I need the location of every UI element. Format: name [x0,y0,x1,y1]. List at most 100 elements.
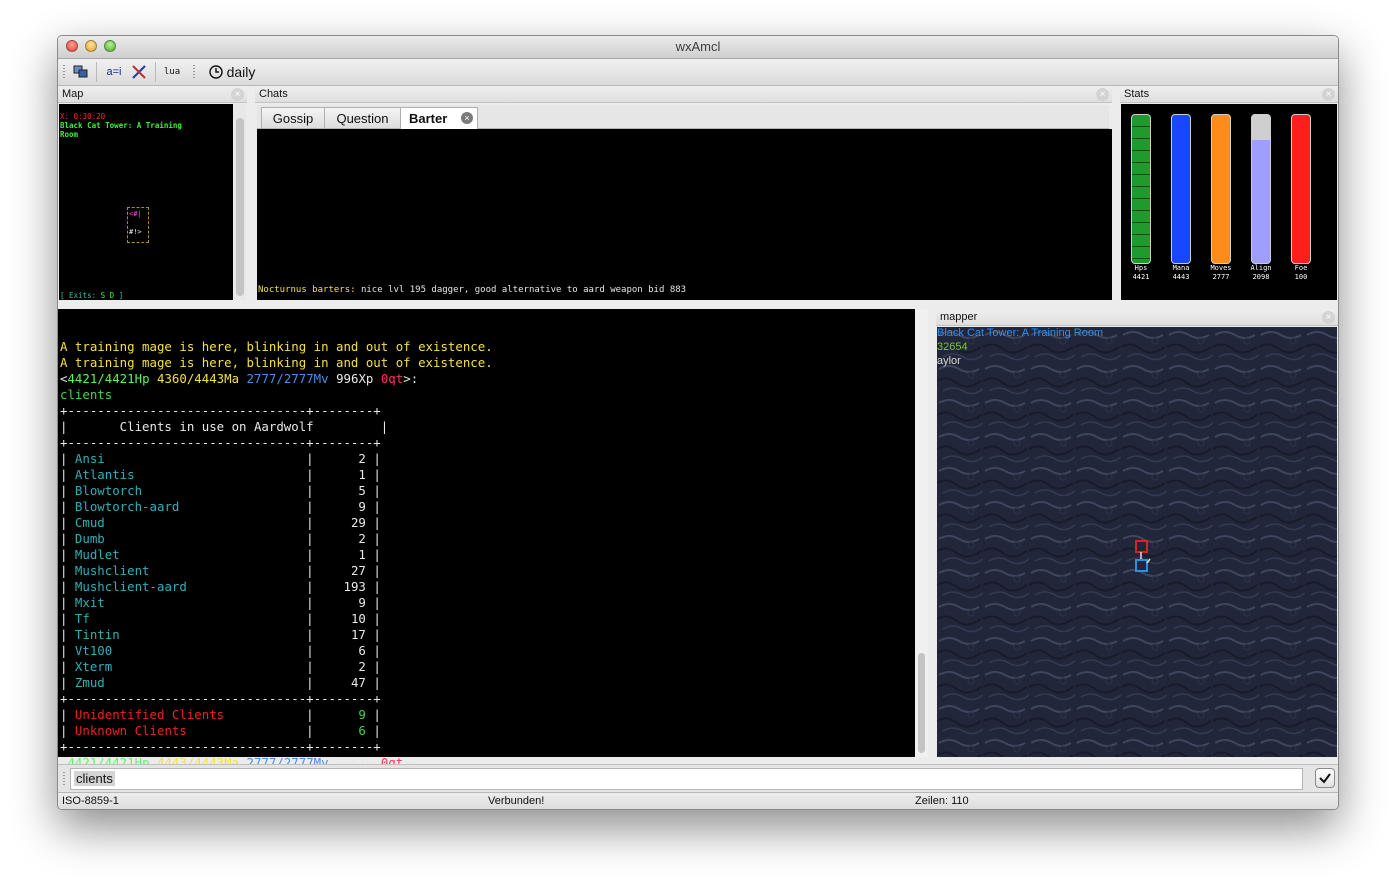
stat-bar-mana [1171,114,1191,264]
daily-label: daily [226,64,256,80]
terminal-scrollbar[interactable] [915,309,928,757]
terminal-line: A training mage is here, blinking in and… [60,355,493,370]
tab-barter[interactable]: Barter × [400,107,478,129]
table-row: | Cmud | 29 | [60,515,381,530]
window-title: wxAmcl [675,39,721,54]
tools-button[interactable] [128,62,150,82]
mapper-close-icon[interactable]: × [1322,311,1335,324]
status-bar: ISO-8859-1 Verbunden! Zeilen: 110 [58,792,1338,809]
client-count: 1 [358,547,366,562]
send-button[interactable] [1315,768,1335,788]
stat-bar-label: Foe 100 [1283,264,1319,282]
stat-bar-fill [1172,115,1190,263]
client-count: 17 [350,627,366,642]
stat-bar-hps [1131,114,1151,264]
chat-output: Nocturnus barters: nice lvl 195 dagger, … [257,129,1112,300]
client-name: Vt100 [74,643,113,658]
terminal-line: A training mage is here, blinking in and… [60,339,493,354]
table-row: | Tintin | 17 | [60,627,381,642]
terminal-scroll-thumb[interactable] [918,653,925,753]
daily-button[interactable]: daily [204,62,260,82]
map-exits-dirs: S D [100,291,115,300]
map-scroll-thumb[interactable] [236,118,244,296]
map-room-line1: Black Cat Tower: A Training [60,121,182,130]
map-close-icon[interactable]: × [231,88,244,101]
prompt-end: >: [403,371,419,386]
terminal-text: A training mage is here, blinking in and… [60,323,493,771]
chat-speaker: Nocturnus barters: [258,285,356,295]
client-count: 1 [358,467,366,482]
stat-name: Foe [1294,264,1308,272]
tab-question[interactable]: Question [324,107,401,128]
toolbar-grip[interactable] [63,65,65,79]
chats-close-icon[interactable]: × [1096,88,1109,101]
table-row: | Unidentified Clients | 9 | [60,707,381,722]
stat-value: 4443 [1172,273,1190,281]
map-exits-label: [ Exits: [60,291,97,300]
client-count: 9 [358,595,366,610]
stat-bar-fill [1252,140,1270,263]
client-count: 2 [358,531,366,546]
client-name: Tintin [74,627,120,642]
client-name: Mudlet [74,547,120,562]
unidentified-count: 9 [358,707,366,722]
stats-bars: Hps 4421 Mana 4443 Moves 2777 Align 2098 Foe 100 [1121,104,1337,300]
map-room-bottom: #!> [129,228,142,236]
stat-bar-foe [1291,114,1311,264]
title-bar: wxAmcl [58,36,1338,59]
prompt-xp: 996Xp [336,371,374,386]
client-name: Ansi [74,451,105,466]
map-time: X: 0:30:20 [60,112,106,121]
client-name: Atlantis [74,467,135,482]
command-input[interactable]: clients [70,768,1303,790]
table-row: | Unknown Clients | 6 | [60,723,381,738]
table-row: | Mushclient | 27 | [60,563,381,578]
toolbar-grip[interactable] [193,65,195,79]
client-name: Blowtorch-aard [74,499,180,514]
table-row: | Mudlet | 1 | [60,547,381,562]
map-title: Map [62,88,84,100]
stat-value: 2777 [1212,273,1230,281]
map-view: X: 0:30:20 Black Cat Tower: A Training R… [59,104,233,300]
lua-button[interactable]: lua [160,62,184,82]
checkmark-icon [1319,773,1331,784]
mapper-view[interactable]: Black Cat Tower: A Training Room 32654 a… [937,327,1337,757]
client-name: Mushclient-aard [74,579,187,594]
main-output: A training mage is here, blinking in and… [58,309,928,770]
stat-name: Moves [1210,264,1232,272]
command-input-text: clients [74,771,115,786]
tools-icon [132,65,146,79]
table-header: | Clients in use on Aardwolf | [60,419,389,434]
clock-icon [208,65,223,79]
client-count: 9 [358,499,366,514]
map-scrollbar[interactable] [234,104,246,300]
chats-panel: Chats × Gossip Question Barter × Nocturn… [255,86,1112,300]
connect-button[interactable] [70,62,92,82]
stat-value: 2098 [1252,273,1270,281]
stats-close-icon[interactable]: × [1322,88,1335,101]
client-count: 10 [350,611,366,626]
client-name: Blowtorch [74,483,143,498]
client-count: 47 [350,675,366,690]
input-grip[interactable] [63,772,65,786]
app-window: wxAmcl a=i lua daily Map × X: 0:30:20 Bl… [57,35,1339,810]
tab-gossip[interactable]: Gossip [261,107,325,128]
mapper-background-texture [937,327,1337,757]
map-room-line2: Room [60,130,79,139]
map-exits: [ Exits: S D ] [60,291,123,300]
stat-value: 100 [1294,273,1308,281]
horizontal-sash[interactable] [58,301,1338,308]
status-lines: Zeilen: 110 [915,795,969,807]
table-row: | Vt100 | 6 | [60,643,381,658]
tab-close-icon[interactable]: × [461,112,473,124]
client-count: 27 [350,563,366,578]
stat-name: Align [1250,264,1272,272]
prompt-hp: 4421/4421Hp [67,371,150,386]
table-row: | Mxit | 9 | [60,595,381,610]
client-name: Zmud [74,675,105,690]
stat-bar-fill [1292,115,1310,263]
alias-button[interactable]: a=i [102,62,126,82]
stat-bar-align [1251,114,1271,264]
client-name: Dumb [74,531,105,546]
table-border: +--------------------------------+------… [60,739,381,754]
